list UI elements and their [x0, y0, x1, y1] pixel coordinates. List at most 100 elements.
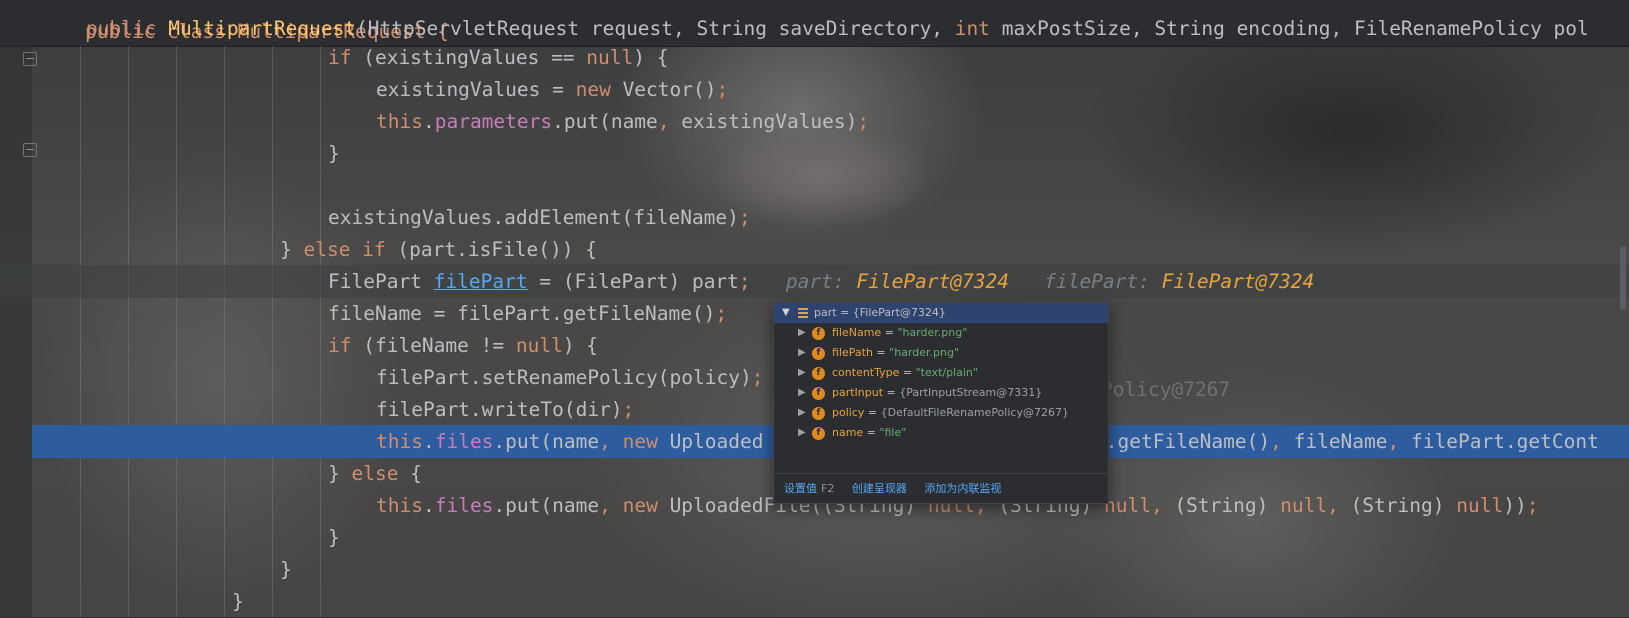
field-name: partInput — [832, 386, 884, 399]
code-text: } — [232, 590, 244, 613]
code-text: (String) — [1162, 494, 1281, 517]
field-name: contentType — [832, 366, 900, 379]
variable-filepart[interactable]: filePart — [434, 270, 528, 293]
code-line[interactable]: existingValues.addElement(fileName); — [0, 201, 1629, 234]
chevron-down-icon[interactable]: ▼ — [782, 303, 790, 323]
semicolon: ; — [738, 206, 751, 229]
chevron-right-icon[interactable]: ▶ — [798, 403, 806, 423]
code-text: ) { — [633, 46, 669, 69]
code-text: filePart.getCont — [1399, 430, 1599, 453]
equals-sign: = — [883, 386, 900, 399]
field-value: "harder.png" — [897, 326, 968, 339]
comma: , — [1150, 494, 1163, 517]
code-text: } — [280, 238, 304, 261]
field-files[interactable]: files — [435, 430, 494, 453]
params-b: maxPostSize, String encoding, FileRename… — [990, 17, 1589, 40]
code-text: filePart.writeTo(dir) — [376, 398, 623, 421]
inline-hint-key: part: — [785, 270, 857, 293]
create-renderer-link[interactable]: 创建呈现器 — [852, 482, 907, 495]
chevron-right-icon[interactable]: ▶ — [798, 363, 806, 383]
code-text: (existingValues == — [351, 46, 587, 69]
code-line-execution-tail[interactable]: t.getFileName(), fileName, filePart.getC… — [1094, 425, 1629, 458]
comma: , — [657, 110, 670, 133]
popup-footer: 设置值 F2 创建呈现器 添加为内联监视 — [774, 473, 1108, 503]
field-value: "file" — [879, 426, 907, 439]
kw-else: else — [351, 462, 399, 485]
field-name: policy — [832, 406, 865, 419]
equals-sign: = — [872, 346, 890, 359]
code-line[interactable]: if (existingValues == null) { — [0, 41, 1629, 74]
code-line[interactable]: } — [0, 521, 1629, 554]
kw-this: this — [376, 494, 423, 517]
code-text: } — [280, 558, 292, 581]
popup-field-row[interactable]: ▶ f filePath = "harder.png" — [774, 343, 1108, 363]
code-line[interactable]: } — [0, 585, 1629, 618]
code-text: FilePart — [328, 270, 434, 293]
code-line[interactable]: } else if (part.isFile()) { — [0, 233, 1629, 266]
field-icon: f — [812, 347, 825, 360]
popup-field-row[interactable]: ▶ f contentType = "text/plain" — [774, 363, 1108, 383]
debug-value-popup[interactable]: ▼ part = {FilePart@7324} ▶ f fileName = "h… — [773, 302, 1109, 504]
comma: , — [1270, 430, 1282, 453]
code-line-current[interactable]: FilePart filePart = (FilePart) part; par… — [0, 265, 1629, 298]
kw-null: null — [1456, 494, 1504, 517]
set-value-label: 设置值 — [784, 482, 817, 495]
code-text: .put(name — [493, 430, 600, 453]
field-icon: f — [812, 387, 825, 400]
kw-int: int — [954, 17, 991, 40]
code-text: existingValues) — [669, 110, 858, 133]
kw-null: null — [586, 46, 634, 69]
code-line[interactable]: this.parameters.put(name, existingValues… — [0, 105, 1629, 138]
semicolon: ; — [751, 366, 764, 389]
sticky-header: public class MultipartRequest { public M… — [0, 0, 1629, 47]
kw-if: if — [328, 334, 352, 357]
set-value-link[interactable]: 设置值 F2 — [784, 482, 834, 495]
chevron-right-icon[interactable]: ▶ — [798, 383, 806, 403]
constructor-name[interactable]: MultipartRequest — [168, 17, 356, 40]
popup-field-row[interactable]: ▶ f policy = {DefaultFileRenamePolicy@7267… — [774, 403, 1108, 423]
popup-field-row[interactable]: ▶ f fileName = "harder.png" — [774, 323, 1108, 343]
inline-hint-value[interactable]: FilePart@7324 — [856, 270, 1009, 293]
equals-sign: = — [864, 406, 881, 419]
field-name: fileName — [832, 326, 882, 339]
code-text: existingValues.addElement(fileName) — [328, 206, 739, 229]
vertical-scrollbar-thumb[interactable] — [1620, 246, 1626, 310]
code-text: { — [398, 462, 422, 485]
semicolon: ; — [1526, 494, 1539, 517]
code-text: existingValues = — [376, 78, 576, 101]
field-icon: f — [812, 367, 825, 380]
field-value: "text/plain" — [915, 366, 978, 379]
inline-hint-key: filePart: — [1044, 270, 1162, 293]
inline-hint-value[interactable]: FilePart@7324 — [1162, 270, 1315, 293]
field-icon: f — [812, 427, 825, 440]
field-name: filePath — [832, 346, 873, 359]
object-icon — [798, 308, 808, 318]
root-node-label: part = {FilePart@7324} — [814, 306, 946, 319]
field-parameters[interactable]: parameters — [435, 110, 552, 133]
field-icon: f — [812, 407, 825, 420]
popup-field-row[interactable]: ▶ f name = "file" — [774, 423, 1108, 443]
kw-new: new — [622, 494, 658, 517]
semicolon: ; — [622, 398, 635, 421]
code-line[interactable]: existingValues = new Vector(); — [0, 73, 1629, 106]
equals-sign: = — [899, 366, 916, 379]
semicolon: ; — [715, 302, 728, 325]
code-line[interactable]: } — [0, 553, 1629, 586]
kw-else-if: else if — [303, 238, 386, 261]
code-line[interactable]: } — [0, 137, 1629, 170]
popup-root-node[interactable]: ▼ part = {FilePart@7324} — [774, 303, 1108, 323]
field-files[interactable]: files — [435, 494, 494, 517]
equals-sign: = — [881, 326, 898, 339]
add-inline-watch-link[interactable]: 添加为内联监视 — [924, 482, 1001, 495]
chevron-right-icon[interactable]: ▶ — [798, 323, 806, 343]
params-a: (HttpServletRequest request, String save… — [356, 17, 955, 40]
kw-null: null — [515, 334, 563, 357]
kw-null: null — [1280, 494, 1328, 517]
chevron-right-icon[interactable]: ▶ — [798, 343, 806, 363]
kw-this: this — [376, 430, 423, 453]
chevron-right-icon[interactable]: ▶ — [798, 423, 806, 443]
code-text: } — [328, 142, 340, 165]
code-text: )) — [1503, 494, 1527, 517]
comma: , — [599, 494, 611, 517]
popup-field-row[interactable]: ▶ f partInput = {PartInputStream@7331} — [774, 383, 1108, 403]
